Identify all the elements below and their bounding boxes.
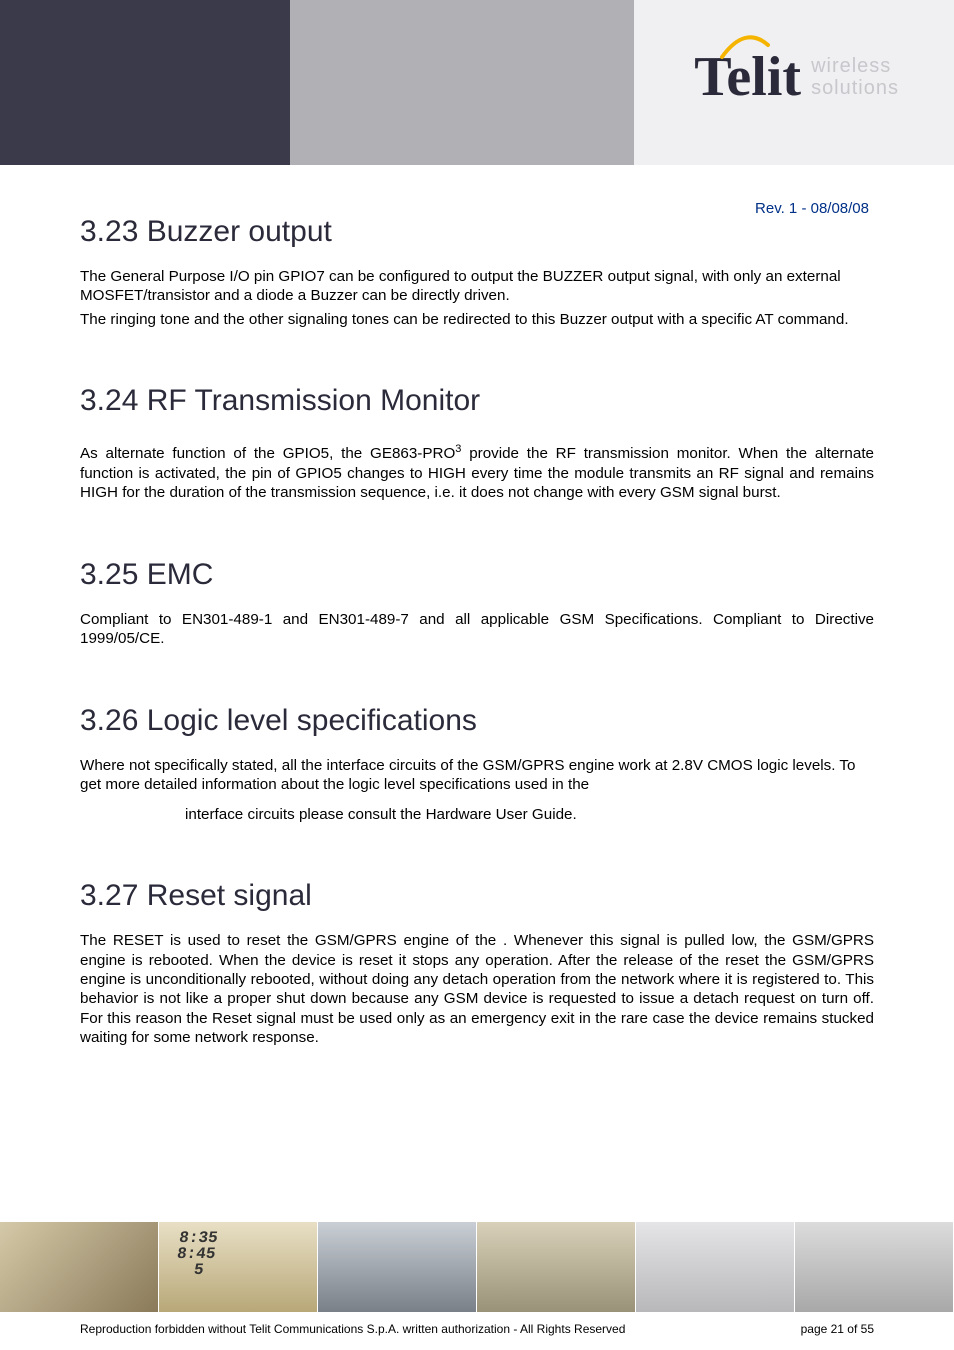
footer-tile-1 [0, 1222, 159, 1312]
para-3-26-1: Where not specifically stated, all the i… [80, 756, 874, 795]
footer-tile-3 [318, 1222, 477, 1312]
logo-swoosh-icon [720, 31, 770, 61]
footer-tile-4 [477, 1222, 636, 1312]
footer-copyright: Reproduction forbidden without Telit Com… [80, 1322, 625, 1336]
para-3-26-2: interface circuits please consult the Ha… [80, 805, 874, 824]
footer-page-number: page 21 of 55 [801, 1322, 874, 1336]
logo-tagline: wireless solutions [811, 55, 899, 99]
heading-3-27: 3.27 Reset signal [80, 879, 874, 913]
heading-3-24: 3.24 RF Transmission Monitor [80, 384, 874, 418]
para-3-24-1a: As alternate function of the GPIO5, the … [80, 445, 455, 462]
page-header: Telit wireless solutions [0, 0, 954, 165]
para-3-25-1: Compliant to EN301-489-1 and EN301-489-7… [80, 610, 874, 649]
para-3-23-1: The General Purpose I/O pin GPIO7 can be… [80, 267, 874, 306]
tagline-line2: solutions [811, 77, 899, 99]
heading-3-23: 3.23 Buzzer output [80, 215, 874, 249]
tagline-line1: wireless [811, 55, 899, 77]
para-3-24-1: As alternate function of the GPIO5, the … [80, 442, 874, 502]
logo-wordmark: Telit [694, 45, 801, 109]
brand-logo: Telit wireless solutions [694, 45, 899, 109]
header-grey-block [290, 0, 634, 165]
heading-3-25: 3.25 EMC [80, 558, 874, 592]
clock-digits-icon: 8:35 8:45 5 [174, 1230, 219, 1278]
header-dark-block [0, 0, 290, 165]
para-3-23-2: The ringing tone and the other signaling… [80, 310, 874, 329]
page-content: 3.23 Buzzer output The General Purpose I… [80, 215, 874, 1052]
para-3-27-1: The RESET is used to reset the GSM/GPRS … [80, 931, 874, 1048]
page-footer: Reproduction forbidden without Telit Com… [80, 1322, 874, 1336]
footer-tile-6 [795, 1222, 954, 1312]
footer-tile-5 [636, 1222, 795, 1312]
footer-tile-2: 8:35 8:45 5 [159, 1222, 318, 1312]
footer-image-strip: 8:35 8:45 5 [0, 1222, 954, 1312]
heading-3-26: 3.26 Logic level specifications [80, 704, 874, 738]
